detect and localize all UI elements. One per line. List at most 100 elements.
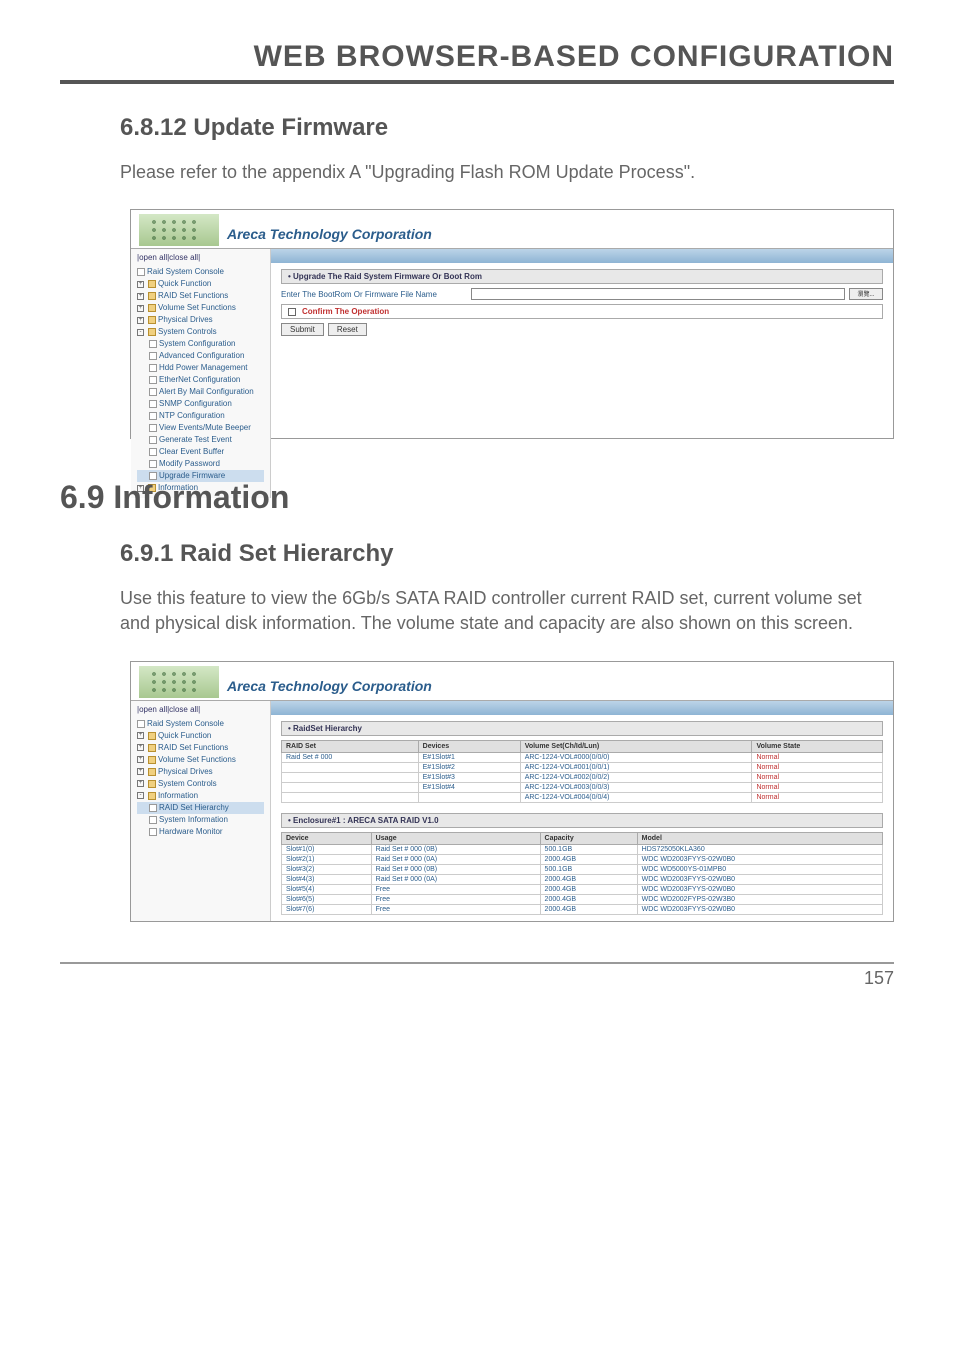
areca-logo [139,214,219,246]
table-row: Slot#5(4)Free2000.4GBWDC WD2003FYYS-02W0… [282,884,883,894]
sidebar-item-quick-function[interactable]: +Quick Function [137,730,264,742]
sidebar-item-system-controls[interactable]: +System Controls [137,778,264,790]
sidebar-item-view-events[interactable]: View Events/Mute Beeper [137,422,264,434]
table-row: Slot#3(2)Raid Set # 000 (0B)500.1GBWDC W… [282,864,883,874]
submit-button[interactable]: Submit [281,323,324,336]
table-row: Slot#2(1)Raid Set # 000 (0A)2000.4GBWDC … [282,854,883,864]
table-cell: WDC WD5000YS-01MPB0 [637,864,882,874]
table-cell[interactable]: Slot#7(6) [282,904,372,914]
sidebar-item-alert-by-mail[interactable]: Alert By Mail Configuration [137,386,264,398]
browse-button[interactable]: 瀏覽... [849,288,883,300]
table-row: E#1Slot#2ARC-1224-VOL#001(0/0/1)Normal [282,762,883,772]
table-header: RAID Set [282,740,419,752]
areca-brand-title: Areca Technology Corporation [227,678,432,698]
sidebar-item-raid-set-functions[interactable]: +RAID Set Functions [137,742,264,754]
sidebar-item-information[interactable]: -Information [137,790,264,802]
table-cell: Raid Set # 000 (0B) [371,864,540,874]
table-cell [418,792,520,802]
table-header: Model [637,832,882,844]
sidebar-item-ethernet-configuration[interactable]: EtherNet Configuration [137,374,264,386]
tree-root[interactable]: Raid System Console [137,266,264,278]
table-header: Usage [371,832,540,844]
table-cell: Raid Set # 000 (0A) [371,854,540,864]
table-cell[interactable]: Slot#1(0) [282,844,372,854]
table-cell: Normal [752,762,883,772]
tree-root[interactable]: Raid System Console [137,718,264,730]
areca-brand-title: Areca Technology Corporation [227,226,432,246]
areca-logo [139,666,219,698]
table-cell: HDS725050KLA360 [637,844,882,854]
table-cell: Raid Set # 000 (0A) [371,874,540,884]
file-label: Enter The BootRom Or Firmware File Name [281,290,461,299]
table-cell: E#1Slot#1 [418,752,520,762]
table-cell[interactable]: Slot#4(3) [282,874,372,884]
table-cell [282,762,419,772]
heading-6-9-1: 6.9.1 Raid Set Hierarchy [120,540,894,568]
sidebar-item-system-information[interactable]: System Information [137,814,264,826]
body-6-8-12: Please refer to the appendix A "Upgradin… [120,160,894,185]
table-cell: 2000.4GB [540,904,637,914]
reset-button[interactable]: Reset [328,323,367,336]
table-cell: Normal [752,752,883,762]
table-cell[interactable]: Slot#3(2) [282,864,372,874]
table-header: Devices [418,740,520,752]
sidebar-item-snmp-configuration[interactable]: SNMP Configuration [137,398,264,410]
table-row: ARC-1224-VOL#004(0/0/4)Normal [282,792,883,802]
table-cell [282,772,419,782]
sidebar: |open all|close all| Raid System Console… [131,701,271,921]
table-cell: ARC-1224-VOL#002(0/0/2) [520,772,752,782]
sidebar-item-generate-test-event[interactable]: Generate Test Event [137,434,264,446]
table-cell: Normal [752,782,883,792]
sidebar-item-quick-function[interactable]: +Quick Function [137,278,264,290]
screenshot-raid-hierarchy: Areca Technology Corporation |open all|c… [130,661,894,922]
table-row: Slot#6(5)Free2000.4GBWDC WD2002FYPS-02W3… [282,894,883,904]
table-cell[interactable]: Slot#2(1) [282,854,372,864]
sidebar-item-volume-set-functions[interactable]: +Volume Set Functions [137,302,264,314]
sidebar-item-volume-set-functions[interactable]: +Volume Set Functions [137,754,264,766]
sidebar-item-hdd-power-management[interactable]: Hdd Power Management [137,362,264,374]
page-title: WEB BROWSER-BASED CONFIGURATION [60,40,894,84]
table-cell: ARC-1224-VOL#001(0/0/1) [520,762,752,772]
sidebar-item-raid-set-functions[interactable]: +RAID Set Functions [137,290,264,302]
table-cell[interactable]: Slot#5(4) [282,884,372,894]
sidebar-item-raid-set-hierarchy[interactable]: RAID Set Hierarchy [137,802,264,814]
open-close-links[interactable]: |open all|close all| [137,705,264,714]
confirm-label: Confirm The Operation [302,307,389,316]
heading-6-8-12: 6.8.12 Update Firmware [120,114,894,142]
table-row: Raid Set # 000E#1Slot#1ARC-1224-VOL#000(… [282,752,883,762]
sidebar-item-advanced-configuration[interactable]: Advanced Configuration [137,350,264,362]
table-cell: 500.1GB [540,864,637,874]
upgrade-header: • Upgrade The Raid System Firmware Or Bo… [281,269,883,284]
table-header: Volume State [752,740,883,752]
enclosure-header: • Enclosure#1 : ARECA SATA RAID V1.0 [281,813,883,828]
screenshot-upgrade-firmware: Areca Technology Corporation |open all|c… [130,209,894,439]
sidebar-item-modify-password[interactable]: Modify Password [137,458,264,470]
table-cell [282,792,419,802]
table-cell: ARC-1224-VOL#000(0/0/0) [520,752,752,762]
table-row: Slot#7(6)Free2000.4GBWDC WD2003FYYS-02W0… [282,904,883,914]
table-header: Device [282,832,372,844]
confirm-checkbox[interactable] [288,308,296,316]
content-header-band [271,701,893,715]
sidebar-item-system-configuration[interactable]: System Configuration [137,338,264,350]
table-cell: Normal [752,772,883,782]
sidebar-item-hardware-monitor[interactable]: Hardware Monitor [137,826,264,838]
table-cell: WDC WD2003FYYS-02W0B0 [637,874,882,884]
table-row: Slot#4(3)Raid Set # 000 (0A)2000.4GBWDC … [282,874,883,884]
table-cell: E#1Slot#2 [418,762,520,772]
sidebar-item-ntp-configuration[interactable]: NTP Configuration [137,410,264,422]
table-cell[interactable]: Raid Set # 000 [282,752,419,762]
sidebar-item-physical-drives[interactable]: +Physical Drives [137,314,264,326]
sidebar-item-clear-event-buffer[interactable]: Clear Event Buffer [137,446,264,458]
table-cell: WDC WD2003FYYS-02W0B0 [637,854,882,864]
open-close-links[interactable]: |open all|close all| [137,253,264,262]
table-cell: Free [371,894,540,904]
sidebar-item-system-controls[interactable]: -System Controls [137,326,264,338]
table-cell: 2000.4GB [540,894,637,904]
table-cell [282,782,419,792]
file-path-input[interactable] [471,288,845,300]
table-header: Volume Set(Ch/Id/Lun) [520,740,752,752]
table-row: Slot#1(0)Raid Set # 000 (0B)500.1GBHDS72… [282,844,883,854]
table-cell[interactable]: Slot#6(5) [282,894,372,904]
sidebar-item-physical-drives[interactable]: +Physical Drives [137,766,264,778]
